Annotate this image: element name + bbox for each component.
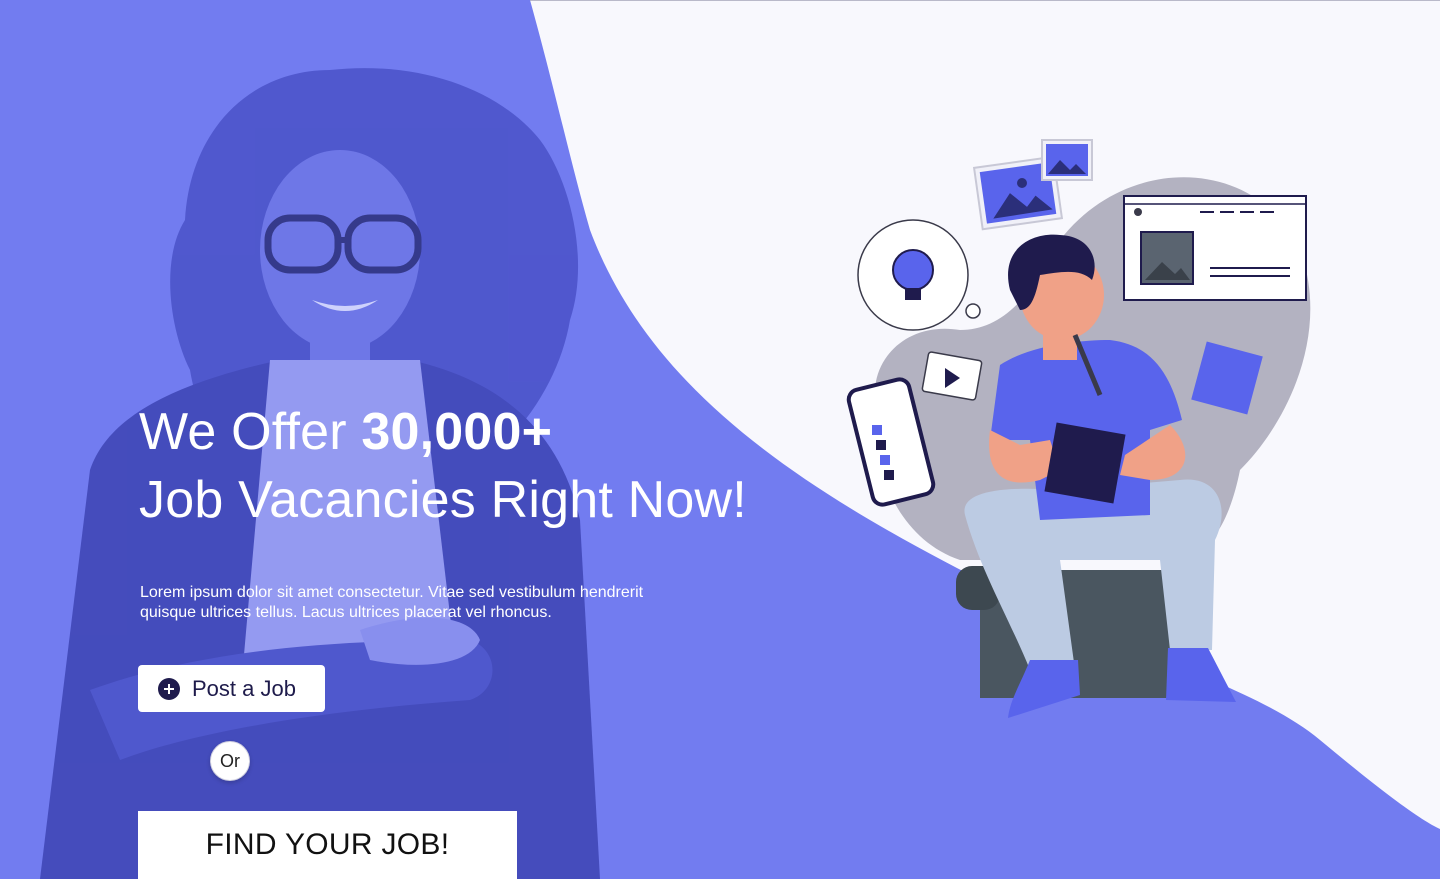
job-search-illustration — [846, 139, 1311, 718]
hero-description: Lorem ipsum dolor sit amet consectetur. … — [140, 584, 644, 621]
headline-number: 30,000+ — [361, 403, 553, 461]
headline-prefix: We Offer — [139, 403, 362, 461]
or-divider-badge: Or — [210, 741, 250, 781]
hero-headline: We Offer 30,000+ Job Vacancies Right Now! — [139, 398, 747, 534]
find-job-button[interactable]: FIND YOUR JOB! — [138, 811, 517, 879]
post-job-label: Post a Job — [192, 675, 296, 701]
headline-line-2: Job Vacancies Right Now! — [139, 471, 747, 529]
plus-circle-icon — [158, 677, 180, 700]
image-card-small-icon — [1041, 139, 1093, 181]
post-job-button[interactable]: Post a Job — [138, 665, 325, 712]
